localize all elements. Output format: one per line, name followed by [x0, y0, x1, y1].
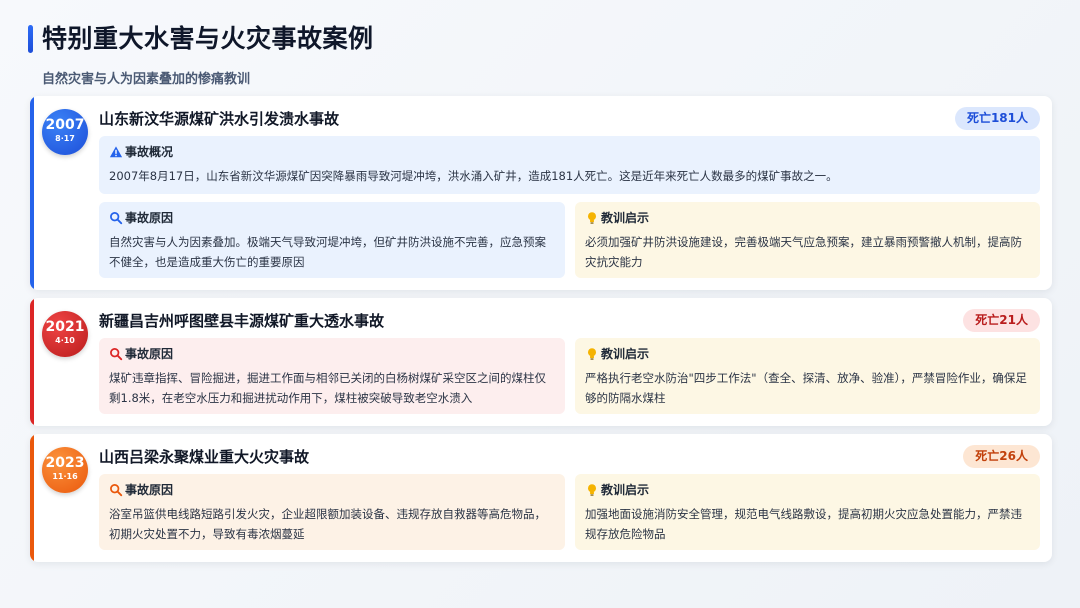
- death-count-badge: 死亡26人: [963, 445, 1040, 468]
- lesson-text: 严格执行老空水防治"四步工作法"（查全、探清、放净、验准），严禁冒险作业，确保足…: [585, 371, 1027, 405]
- lesson-label: 教训启示: [601, 347, 650, 361]
- lesson-label: 教训启示: [601, 483, 650, 497]
- cause-text: 浴室吊篮供电线路短路引发火灾，企业超限额加装设备、违规存放自救器等高危物品，初期…: [109, 507, 546, 541]
- slide: 特别重大水害与火灾事故案例 自然灾害与人为因素叠加的惨痛教训 2007 8·17…: [0, 0, 1080, 608]
- case-card-2023: 2023 11·16 山西吕梁永聚煤业重大火灾事故 死亡26人 事故原因 浴室吊…: [30, 434, 1052, 562]
- lesson-label: 教训启示: [601, 211, 650, 225]
- page-title: 特别重大水害与火灾事故案例: [42, 24, 374, 53]
- card-accent-edge: [30, 96, 34, 290]
- overview-label: 事故概况: [125, 145, 174, 159]
- cause-box: 事故原因 浴室吊篮供电线路短路引发火灾，企业超限额加装设备、违规存放自救器等高危…: [99, 474, 565, 550]
- death-count-badge: 死亡181人: [954, 107, 1040, 130]
- case-card-2021: 2021 4·10 新疆昌吉州呼图壁县丰源煤矿重大透水事故 死亡21人 事故原因…: [30, 298, 1052, 426]
- case-title: 山西吕梁永聚煤业重大火灾事故: [99, 448, 310, 466]
- year-badge: 2021 4·10: [42, 311, 88, 357]
- overview-header: 事故概况: [109, 144, 1030, 160]
- warning-icon: [109, 146, 123, 158]
- lesson-header: 教训启示: [585, 346, 1030, 362]
- lesson-box: 教训启示 严格执行老空水防治"四步工作法"（查全、探清、放净、验准），严禁冒险作…: [575, 338, 1040, 414]
- cause-header: 事故原因: [109, 482, 555, 498]
- cause-header: 事故原因: [109, 346, 555, 362]
- title-accent-bar: [28, 25, 33, 53]
- case-card-2007: 2007 8·17 山东新汶华源煤矿洪水引发溃水事故 死亡181人 事故概况 2…: [30, 96, 1052, 290]
- lesson-text: 加强地面设施消防安全管理，规范电气线路敷设，提高初期火灾应急处置能力，严禁违规存…: [585, 507, 1022, 541]
- year-label: 2007: [45, 117, 85, 133]
- search-icon: [110, 484, 123, 497]
- year-badge: 2007 8·17: [42, 109, 88, 155]
- cause-box: 事故原因 煤矿违章指挥、冒险掘进，掘进工作面与相邻已关闭的白杨树煤矿采空区之间的…: [99, 338, 565, 414]
- lesson-text: 必须加强矿井防洪设施建设，完善极端天气应急预案，建立暴雨预警撤人机制，提高防灾抗…: [585, 235, 1022, 269]
- overview-box: 事故概况 2007年8月17日，山东省新汶华源煤矿因突降暴雨导致河堤冲垮，洪水涌…: [99, 136, 1040, 194]
- search-icon: [110, 212, 123, 225]
- lightbulb-icon: [587, 348, 597, 360]
- cause-box: 事故原因 自然灾害与人为因素叠加。极端天气导致河堤冲垮，但矿井防洪设施不完善，应…: [99, 202, 565, 278]
- lesson-header: 教训启示: [585, 482, 1030, 498]
- case-title: 新疆昌吉州呼图壁县丰源煤矿重大透水事故: [99, 312, 385, 330]
- cause-text: 自然灾害与人为因素叠加。极端天气导致河堤冲垮，但矿井防洪设施不完善，应急预案不健…: [109, 235, 546, 269]
- card-accent-edge: [30, 298, 34, 426]
- title-block: 特别重大水害与火灾事故案例: [28, 22, 374, 56]
- year-label: 2023: [45, 455, 85, 471]
- page-subtitle: 自然灾害与人为因素叠加的惨痛教训: [42, 72, 251, 87]
- cause-label: 事故原因: [125, 483, 174, 497]
- death-count-badge: 死亡21人: [963, 309, 1040, 332]
- date-label: 8·17: [55, 134, 75, 143]
- cause-label: 事故原因: [125, 211, 174, 225]
- lightbulb-icon: [587, 484, 597, 496]
- year-badge: 2023 11·16: [42, 447, 88, 493]
- lesson-box: 教训启示 必须加强矿井防洪设施建设，完善极端天气应急预案，建立暴雨预警撤人机制，…: [575, 202, 1040, 278]
- cause-header: 事故原因: [109, 210, 555, 226]
- cause-text: 煤矿违章指挥、冒险掘进，掘进工作面与相邻已关闭的白杨树煤矿采空区之间的煤柱仅剩1…: [109, 371, 546, 405]
- card-accent-edge: [30, 434, 34, 562]
- cause-label: 事故原因: [125, 347, 174, 361]
- overview-text: 2007年8月17日，山东省新汶华源煤矿因突降暴雨导致河堤冲垮，洪水涌入矿井，造…: [109, 169, 838, 183]
- year-label: 2021: [45, 319, 85, 335]
- search-icon: [110, 348, 123, 361]
- lesson-header: 教训启示: [585, 210, 1030, 226]
- lesson-box: 教训启示 加强地面设施消防安全管理，规范电气线路敷设，提高初期火灾应急处置能力，…: [575, 474, 1040, 550]
- date-label: 4·10: [55, 336, 75, 345]
- lightbulb-icon: [587, 212, 597, 224]
- date-label: 11·16: [52, 472, 78, 481]
- case-title: 山东新汶华源煤矿洪水引发溃水事故: [99, 110, 340, 128]
